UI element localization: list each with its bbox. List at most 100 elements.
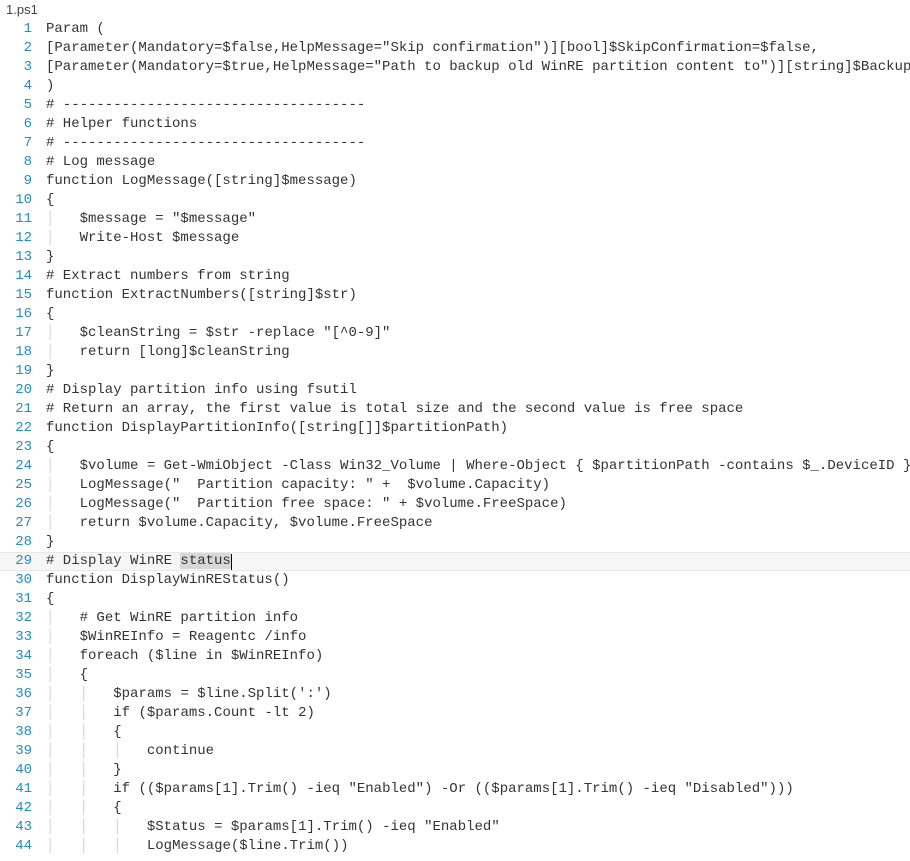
code-text[interactable]: │ return [long]$cleanString	[46, 343, 910, 362]
code-text[interactable]: # Display WinRE status	[46, 552, 910, 571]
line-number: 33	[0, 628, 46, 647]
code-line[interactable]: 9function LogMessage([string]$message)	[0, 172, 910, 191]
code-line[interactable]: 8# Log message	[0, 153, 910, 172]
code-line[interactable]: 42│ │ {	[0, 799, 910, 818]
code-text[interactable]: function ExtractNumbers([string]$str)	[46, 286, 910, 305]
code-line[interactable]: 41│ │ if (($params[1].Trim() -ieq "Enabl…	[0, 780, 910, 799]
code-line[interactable]: 11│ $message = "$message"	[0, 210, 910, 229]
code-text[interactable]: # ------------------------------------	[46, 96, 910, 115]
code-text[interactable]: │ │ if (($params[1].Trim() -ieq "Enabled…	[46, 780, 910, 799]
code-line[interactable]: 15function ExtractNumbers([string]$str)	[0, 286, 910, 305]
selected-word[interactable]: status	[180, 553, 230, 569]
code-line[interactable]: 18│ return [long]$cleanString	[0, 343, 910, 362]
code-text[interactable]: │ │ │ $Status = $params[1].Trim() -ieq "…	[46, 818, 910, 837]
code-line[interactable]: 26│ LogMessage(" Partition free space: "…	[0, 495, 910, 514]
line-number: 34	[0, 647, 46, 666]
code-text[interactable]: │ │ }	[46, 761, 910, 780]
code-line[interactable]: 43│ │ │ $Status = $params[1].Trim() -ieq…	[0, 818, 910, 837]
code-text[interactable]: # Log message	[46, 153, 910, 172]
code-line[interactable]: 1Param (	[0, 20, 910, 39]
code-line[interactable]: 4)	[0, 77, 910, 96]
current-line[interactable]: 29# Display WinRE status	[0, 552, 910, 571]
code-line[interactable]: 30function DisplayWinREStatus()	[0, 571, 910, 590]
code-text[interactable]: │ Write-Host $message	[46, 229, 910, 248]
line-number: 17	[0, 324, 46, 343]
code-line[interactable]: 44│ │ │ LogMessage($line.Trim())	[0, 837, 910, 856]
tab-title[interactable]: 1.ps1	[0, 0, 910, 20]
code-line[interactable]: 10{	[0, 191, 910, 210]
code-text[interactable]: )	[46, 77, 910, 96]
code-line[interactable]: 14# Extract numbers from string	[0, 267, 910, 286]
code-line[interactable]: 19}	[0, 362, 910, 381]
line-number: 29	[0, 552, 46, 571]
code-text[interactable]: {	[46, 438, 910, 457]
code-line[interactable]: 22function DisplayPartitionInfo([string[…	[0, 419, 910, 438]
code-text[interactable]: {	[46, 191, 910, 210]
code-text[interactable]: {	[46, 305, 910, 324]
code-text[interactable]: function DisplayPartitionInfo([string[]]…	[46, 419, 910, 438]
code-text[interactable]: function LogMessage([string]$message)	[46, 172, 910, 191]
code-text[interactable]: │ foreach ($line in $WinREInfo)	[46, 647, 910, 666]
code-text[interactable]: }	[46, 248, 910, 267]
code-text[interactable]: │ # Get WinRE partition info	[46, 609, 910, 628]
code-text[interactable]: # ------------------------------------	[46, 134, 910, 153]
code-text[interactable]: │ LogMessage(" Partition free space: " +…	[46, 495, 910, 514]
code-line[interactable]: 39│ │ │ continue	[0, 742, 910, 761]
code-line[interactable]: 24│ $volume = Get-WmiObject -Class Win32…	[0, 457, 910, 476]
code-line[interactable]: 36│ │ $params = $line.Split(':')	[0, 685, 910, 704]
line-number: 6	[0, 115, 46, 134]
code-text[interactable]: │ LogMessage(" Partition capacity: " + $…	[46, 476, 910, 495]
code-text[interactable]: }	[46, 362, 910, 381]
code-area[interactable]: 1Param (2[Parameter(Mandatory=$false,Hel…	[0, 20, 910, 861]
code-text[interactable]: │ {	[46, 666, 910, 685]
code-line[interactable]: 38│ │ {	[0, 723, 910, 742]
code-line[interactable]: 34│ foreach ($line in $WinREInfo)	[0, 647, 910, 666]
code-text[interactable]: [Parameter(Mandatory=$true,HelpMessage="…	[46, 58, 910, 77]
line-number: 19	[0, 362, 46, 381]
code-text[interactable]: │ $WinREInfo = Reagentc /info	[46, 628, 910, 647]
code-line[interactable]: 5# ------------------------------------	[0, 96, 910, 115]
code-text[interactable]: │ $volume = Get-WmiObject -Class Win32_V…	[46, 457, 910, 476]
code-line[interactable]: 31{	[0, 590, 910, 609]
code-text[interactable]: │ │ if ($params.Count -lt 2)	[46, 704, 910, 723]
code-text[interactable]: {	[46, 590, 910, 609]
code-line[interactable]: 37│ │ if ($params.Count -lt 2)	[0, 704, 910, 723]
code-line[interactable]: 13}	[0, 248, 910, 267]
code-text[interactable]: │ return $volume.Capacity, $volume.FreeS…	[46, 514, 910, 533]
code-text[interactable]: │ │ {	[46, 799, 910, 818]
code-line[interactable]: 2[Parameter(Mandatory=$false,HelpMessage…	[0, 39, 910, 58]
code-text[interactable]: │ │ $params = $line.Split(':')	[46, 685, 910, 704]
code-line[interactable]: 40│ │ }	[0, 761, 910, 780]
code-line[interactable]: 7# ------------------------------------	[0, 134, 910, 153]
code-line[interactable]: 33│ $WinREInfo = Reagentc /info	[0, 628, 910, 647]
code-line[interactable]: 3[Parameter(Mandatory=$true,HelpMessage=…	[0, 58, 910, 77]
line-number: 39	[0, 742, 46, 761]
code-line[interactable]: 25│ LogMessage(" Partition capacity: " +…	[0, 476, 910, 495]
code-text[interactable]: function DisplayWinREStatus()	[46, 571, 910, 590]
code-line[interactable]: 6# Helper functions	[0, 115, 910, 134]
code-line[interactable]: 12│ Write-Host $message	[0, 229, 910, 248]
code-line[interactable]: 16{	[0, 305, 910, 324]
line-number: 42	[0, 799, 46, 818]
code-text[interactable]: # Display partition info using fsutil	[46, 381, 910, 400]
line-number: 7	[0, 134, 46, 153]
code-line[interactable]: 20# Display partition info using fsutil	[0, 381, 910, 400]
code-text[interactable]: Param (	[46, 20, 910, 39]
code-line[interactable]: 32│ # Get WinRE partition info	[0, 609, 910, 628]
code-text[interactable]: │ $cleanString = $str -replace "[^0-9]"	[46, 324, 910, 343]
code-line[interactable]: 17│ $cleanString = $str -replace "[^0-9]…	[0, 324, 910, 343]
code-text[interactable]: │ │ {	[46, 723, 910, 742]
code-text[interactable]: │ │ │ LogMessage($line.Trim())	[46, 837, 910, 856]
code-line[interactable]: 35│ {	[0, 666, 910, 685]
code-text[interactable]: }	[46, 533, 910, 552]
code-text[interactable]: # Return an array, the first value is to…	[46, 400, 910, 419]
code-text[interactable]: [Parameter(Mandatory=$false,HelpMessage=…	[46, 39, 910, 58]
code-text[interactable]: # Extract numbers from string	[46, 267, 910, 286]
code-text[interactable]: │ │ │ continue	[46, 742, 910, 761]
code-line[interactable]: 21# Return an array, the first value is …	[0, 400, 910, 419]
code-line[interactable]: 27│ return $volume.Capacity, $volume.Fre…	[0, 514, 910, 533]
code-text[interactable]: # Helper functions	[46, 115, 910, 134]
code-text[interactable]: │ $message = "$message"	[46, 210, 910, 229]
code-line[interactable]: 28}	[0, 533, 910, 552]
code-line[interactable]: 23{	[0, 438, 910, 457]
